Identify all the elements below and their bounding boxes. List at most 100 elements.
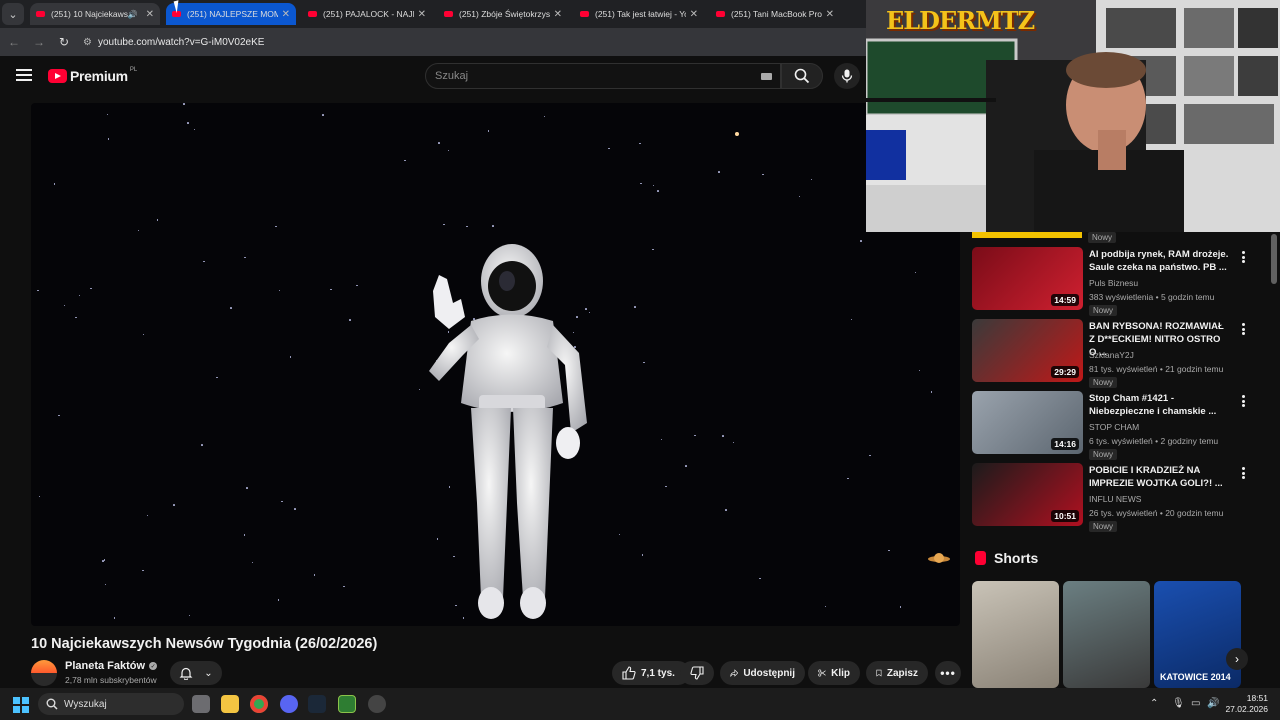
start-button[interactable] bbox=[13, 697, 29, 713]
reload-button[interactable]: ↻ bbox=[53, 35, 75, 49]
recommended-meta: 6 tys. wyświetleń • 2 godziny temu bbox=[1089, 436, 1219, 446]
video-duration: 14:59 bbox=[1051, 294, 1079, 306]
clip-button[interactable]: Klip bbox=[808, 661, 860, 685]
chrome-icon[interactable] bbox=[250, 695, 268, 713]
tab-search-menu-button[interactable]: ⌄ bbox=[2, 3, 24, 25]
recommended-video[interactable]: 10:51 POBICIE I KRADZIEŻ NA IMPREZIE WOJT… bbox=[972, 463, 1245, 532]
like-count: 7,1 tys. bbox=[641, 667, 675, 679]
network-icon[interactable]: ▭ bbox=[1191, 698, 1200, 709]
youtube-favicon bbox=[444, 11, 453, 17]
keyboard-icon[interactable] bbox=[761, 72, 772, 80]
microphone-tray-icon[interactable]: 🎙 bbox=[1172, 698, 1185, 709]
youtube-favicon bbox=[580, 11, 589, 17]
recommended-video[interactable]: 29:29 BAN RYBSONA! ROZMAWIAŁ Z D**ECKIEM!… bbox=[972, 319, 1245, 388]
youtube-favicon bbox=[716, 11, 725, 17]
webcam-overlay: ELDERMTZ bbox=[866, 0, 1280, 232]
clock[interactable]: 18:51 27.02.2026 bbox=[1224, 693, 1268, 715]
more-vertical-icon[interactable] bbox=[1242, 251, 1245, 263]
save-button[interactable]: Zapisz bbox=[866, 661, 928, 685]
steam-icon[interactable] bbox=[308, 695, 326, 713]
video-thumbnail[interactable]: 14:16 bbox=[972, 391, 1083, 454]
like-button[interactable]: 7,1 tys. bbox=[612, 661, 690, 685]
video-thumbnail[interactable]: 14:59 bbox=[972, 247, 1083, 310]
app-icon[interactable] bbox=[338, 695, 356, 713]
more-vertical-icon[interactable] bbox=[1242, 467, 1245, 479]
shorts-next-button[interactable]: › bbox=[1226, 648, 1248, 670]
short-thumbnail[interactable]: KATOWICE 2014 bbox=[1154, 581, 1241, 688]
close-icon[interactable]: ✕ bbox=[146, 9, 154, 20]
recommended-channel[interactable]: Puls Biznesu bbox=[1089, 278, 1138, 288]
obs-icon[interactable] bbox=[368, 695, 386, 713]
clock-date: 27.02.2026 bbox=[1225, 704, 1268, 714]
search-placeholder: Szukaj bbox=[435, 70, 469, 82]
close-icon[interactable]: ✕ bbox=[690, 9, 698, 20]
recommended-title[interactable]: POBICIE I KRADZIEŻ NA IMPREZIE WOJTKA GO… bbox=[1089, 464, 1229, 490]
video-player[interactable] bbox=[31, 103, 960, 626]
discord-icon[interactable] bbox=[280, 695, 298, 713]
site-info-icon[interactable]: ⚙ bbox=[83, 37, 92, 48]
share-label: Udostępnij bbox=[743, 667, 795, 679]
browser-tab[interactable]: (251) Tani MacBook Pro, i ✕ bbox=[710, 3, 840, 25]
speaker-icon[interactable]: 🔊 bbox=[128, 10, 138, 19]
search-input[interactable]: Szukaj bbox=[425, 63, 781, 89]
more-vertical-icon[interactable] bbox=[1242, 323, 1245, 335]
channel-avatar[interactable] bbox=[31, 660, 57, 686]
new-badge: Nowy bbox=[1089, 305, 1118, 316]
taskbar-search-input[interactable]: Wyszukaj bbox=[38, 693, 184, 715]
channel-name[interactable]: Planeta Faktów ✓ bbox=[65, 660, 158, 672]
country-code: PL bbox=[129, 67, 138, 73]
channel-name-text: Planeta Faktów bbox=[65, 660, 146, 672]
more-vertical-icon[interactable] bbox=[1242, 395, 1245, 407]
browser-tab[interactable]: (251) 10 Najciekawszych Newsów🔊 ✕ bbox=[30, 3, 160, 25]
youtube-logo[interactable]: Premium PL bbox=[48, 67, 138, 84]
shorts-icon bbox=[975, 551, 986, 565]
url-field[interactable]: ⚙ youtube.com/watch?v=G-iM0V02eKE bbox=[83, 31, 860, 53]
more-horizontal-icon: ••• bbox=[940, 666, 956, 680]
close-icon[interactable]: ✕ bbox=[826, 9, 834, 20]
sidebar-scrollbar[interactable] bbox=[1271, 234, 1277, 284]
forward-button[interactable]: → bbox=[28, 35, 50, 49]
tray-overflow-icon[interactable]: ⌃ bbox=[1150, 698, 1158, 709]
recommended-channel[interactable]: STOP CHAM bbox=[1089, 422, 1139, 432]
volume-icon[interactable]: 🔊 bbox=[1207, 698, 1219, 709]
bell-icon bbox=[179, 667, 193, 680]
menu-icon[interactable] bbox=[16, 69, 32, 81]
youtube-favicon bbox=[36, 11, 45, 17]
recommended-title[interactable]: AI podbija rynek, RAM drożeje. Saule cze… bbox=[1089, 248, 1229, 274]
recommended-video[interactable]: 14:59 AI podbija rynek, RAM drożeje. Saul… bbox=[972, 247, 1245, 316]
close-icon[interactable]: ✕ bbox=[418, 9, 426, 20]
tab-title: (251) 10 Najciekawszych Newsów bbox=[51, 9, 128, 19]
recommended-channel[interactable]: SzklanaY2J bbox=[1089, 350, 1134, 360]
dislike-button[interactable] bbox=[680, 661, 714, 685]
more-actions-button[interactable]: ••• bbox=[935, 661, 961, 685]
recommended-title[interactable]: Stop Cham #1421 - Niebezpieczne i chamsk… bbox=[1089, 392, 1229, 418]
url-text: youtube.com/watch?v=G-iM0V02eKE bbox=[97, 36, 265, 48]
back-button[interactable]: ← bbox=[3, 35, 25, 49]
bookmark-icon bbox=[876, 669, 882, 677]
close-icon[interactable]: ✕ bbox=[554, 9, 562, 20]
search-button[interactable] bbox=[781, 63, 823, 89]
recommended-channel[interactable]: INFLU NEWS bbox=[1089, 494, 1141, 504]
task-view-icon[interactable] bbox=[192, 695, 210, 713]
recommended-video[interactable]: 14:16 Stop Cham #1421 - Niebezpieczne i c… bbox=[972, 391, 1245, 460]
partial-thumbnail bbox=[972, 232, 1082, 238]
subscriber-count: 2,78 mln subskrybentów bbox=[65, 675, 157, 685]
voice-search-button[interactable] bbox=[834, 63, 860, 89]
new-badge: Nowy bbox=[1089, 449, 1118, 460]
notifications-button[interactable]: ⌄ bbox=[170, 661, 222, 685]
short-thumbnail[interactable] bbox=[1063, 581, 1150, 688]
browser-tab[interactable]: (251) Tak jest łatwiej - YouTube ✕ bbox=[574, 3, 704, 25]
recommended-meta: 383 wyświetlenia • 5 godzin temu bbox=[1089, 292, 1215, 302]
browser-tabstrip: ⌄ (251) 10 Najciekawszych Newsów🔊✕(251) … bbox=[0, 0, 866, 28]
recommended-meta: 81 tys. wyświetleń • 21 godzin temu bbox=[1089, 364, 1224, 374]
browser-tab[interactable]: (251) Zbóje Świętokrzyscy ✕ bbox=[438, 3, 568, 25]
short-thumbnail[interactable] bbox=[972, 581, 1059, 688]
clock-time: 18:51 bbox=[1246, 693, 1268, 703]
shorts-heading: Shorts bbox=[975, 550, 1038, 566]
browser-tab[interactable]: (251) PAJALOCK - NAJBARDZIEJ ✕ bbox=[302, 3, 432, 25]
video-thumbnail[interactable]: 10:51 bbox=[972, 463, 1083, 526]
share-button[interactable]: Udostępnij bbox=[720, 661, 805, 685]
video-thumbnail[interactable]: 29:29 bbox=[972, 319, 1083, 382]
close-icon[interactable]: ✕ bbox=[282, 9, 290, 20]
file-explorer-icon[interactable] bbox=[221, 695, 239, 713]
